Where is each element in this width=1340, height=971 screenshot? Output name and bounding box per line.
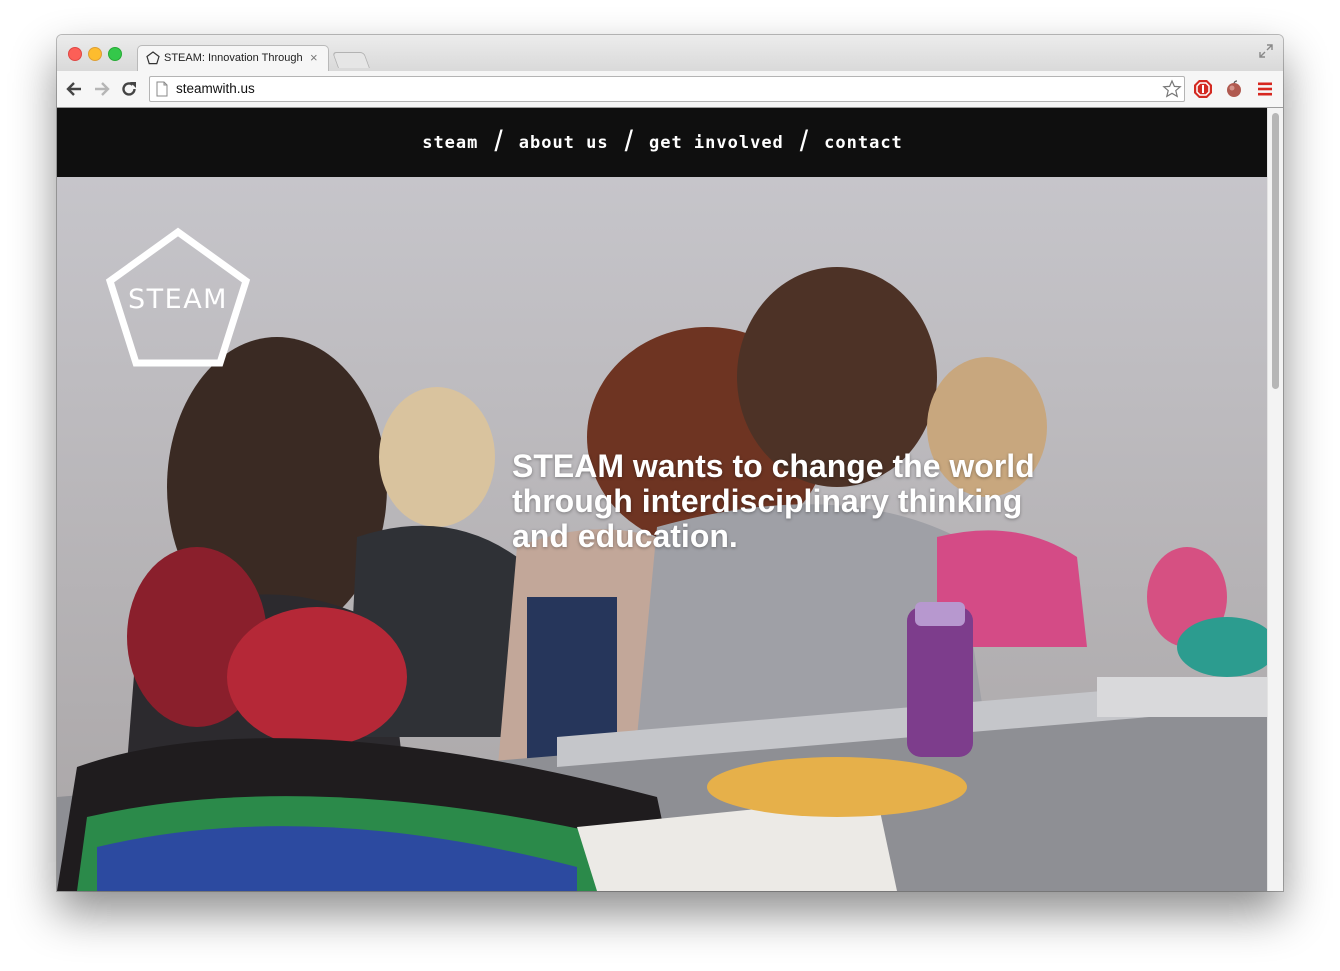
tab-strip: STEAM: Innovation Through Interdisciplin… xyxy=(57,35,1283,72)
nav-separator: / xyxy=(624,124,633,158)
nav-link-get-involved[interactable]: get involved xyxy=(649,133,784,153)
arrow-right-icon[interactable] xyxy=(93,80,111,98)
arrow-left-icon[interactable] xyxy=(65,80,83,98)
hamburger-icon[interactable] xyxy=(1255,79,1275,99)
star-icon[interactable] xyxy=(1162,79,1182,99)
logo-text: STEAM xyxy=(128,284,228,315)
url-text[interactable]: steamwith.us xyxy=(176,81,255,96)
hero-section: STEAM STEAM wants to change the world th… xyxy=(57,177,1268,891)
tab-close-icon[interactable]: × xyxy=(310,50,318,65)
nav-link-about-us[interactable]: about us xyxy=(519,133,609,153)
apple-icon[interactable] xyxy=(1224,79,1244,99)
scrollbar-thumb[interactable] xyxy=(1272,113,1279,389)
fullscreen-icon[interactable] xyxy=(1259,44,1273,58)
tagline-line: and education. xyxy=(512,518,738,554)
nav-link-steam[interactable]: steam xyxy=(422,133,478,153)
window-minimize-button[interactable] xyxy=(88,47,102,61)
tab-title: STEAM: Innovation Through Interdisciplin… xyxy=(164,52,304,64)
nav-link-contact[interactable]: contact xyxy=(824,133,903,153)
window-maximize-button[interactable] xyxy=(108,47,122,61)
tagline-line: STEAM wants to change the world xyxy=(512,448,1035,484)
site-nav: steam / about us / get involved / contac… xyxy=(57,108,1268,177)
stop-icon[interactable] xyxy=(1193,79,1213,99)
pentagon-favicon-icon xyxy=(146,51,160,65)
nav-separator: / xyxy=(799,124,809,158)
new-tab-button[interactable] xyxy=(332,52,370,68)
hero-tagline: STEAM wants to change the world through … xyxy=(512,449,1112,554)
window-close-button[interactable] xyxy=(68,47,82,61)
browser-toolbar: steamwith.us xyxy=(57,71,1283,108)
page-icon xyxy=(156,81,168,97)
browser-window: STEAM: Innovation Through Interdisciplin… xyxy=(57,35,1283,891)
tagline-line: through interdisciplinary thinking xyxy=(512,483,1023,519)
scrollbar[interactable] xyxy=(1267,108,1283,891)
page-content: steam / about us / get involved / contac… xyxy=(57,108,1283,891)
steam-logo[interactable]: STEAM xyxy=(103,224,253,370)
nav-separator: / xyxy=(494,124,503,158)
reload-icon[interactable] xyxy=(120,80,138,98)
address-bar[interactable]: steamwith.us xyxy=(149,76,1185,102)
tab-steam[interactable]: STEAM: Innovation Through Interdisciplin… xyxy=(137,45,329,72)
